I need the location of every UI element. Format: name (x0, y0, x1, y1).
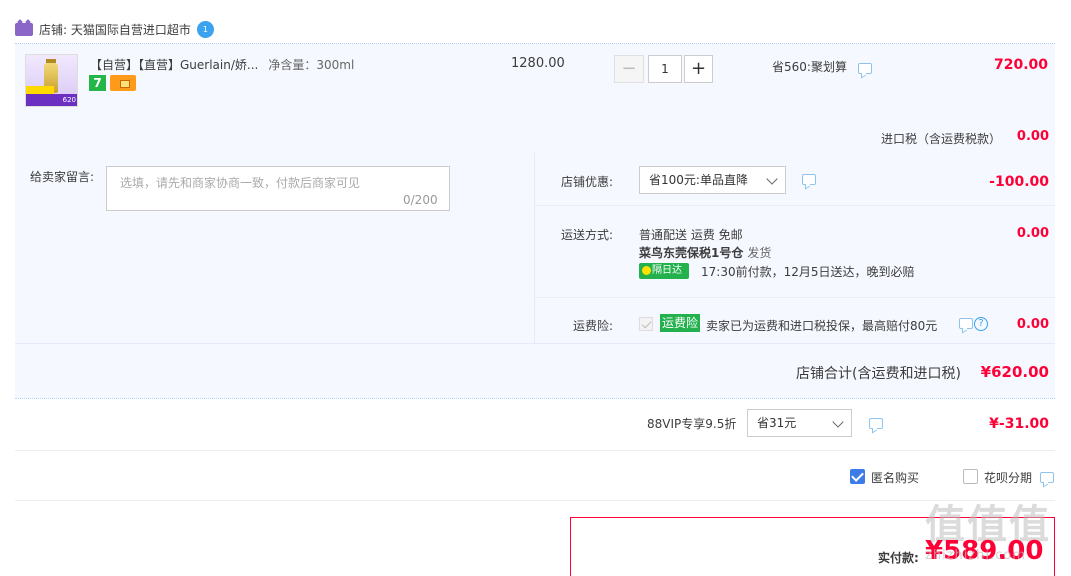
vip-discount-value: ¥-31.00 (989, 416, 1049, 432)
product-thumbnail[interactable]: 620 (25, 54, 78, 107)
item-promo: 省560:聚划算 (772, 60, 847, 74)
shipping-insurance-label: 运费险: (573, 319, 614, 333)
shipping-dispatch: 发货 (747, 246, 772, 260)
promo-info-icon[interactable] (858, 63, 872, 74)
watermark-url: zhizhizhi.com (925, 548, 1026, 563)
thumb-price: 620 (26, 94, 77, 106)
vip-discount-label: 88VIP专享9.5折 (647, 417, 737, 431)
divider (15, 450, 1055, 451)
divider (535, 297, 1055, 298)
shop-name[interactable]: 店铺: 天猫国际自营进口超市 (39, 21, 191, 38)
help-icon[interactable]: ? (974, 317, 988, 331)
shop-discount-select[interactable]: 省100元:单品直降 (639, 166, 786, 194)
vip-discount-select[interactable]: 省31元 (747, 409, 852, 437)
divider (15, 500, 1055, 501)
anonymous-purchase-label[interactable]: 匿名购买 (871, 469, 919, 486)
chevron-down-icon (766, 173, 778, 185)
divider (534, 153, 535, 343)
shop-total-value: ¥620.00 (980, 363, 1049, 381)
quantity-input[interactable]: 1 (648, 55, 682, 83)
shop-discount-label: 店铺优惠: (561, 175, 614, 189)
insurance-checkbox[interactable] (639, 317, 653, 331)
seven-day-return-icon: 7 (89, 75, 106, 91)
unit-price: 1280.00 (511, 56, 565, 71)
discount-info-icon[interactable] (802, 174, 816, 185)
item-subtotal: 720.00 (993, 57, 1048, 73)
huabei-info-icon[interactable] (1040, 472, 1054, 483)
payment-label: 实付款: (878, 551, 919, 565)
item-title-block: 【自营】【直营】Guerlain/娇... 净含量：300ml (90, 56, 354, 73)
next-day-badge: 隔日达 (639, 263, 689, 279)
shipping-method: 普通配送 运费 免邮 (639, 228, 743, 242)
quantity-increase-button[interactable]: + (684, 55, 713, 83)
shipping-label: 运送方式: (561, 228, 614, 242)
import-tax-label: 进口税（含运费税款） (881, 132, 1002, 146)
seller-message-counter: 0/200 (403, 193, 438, 207)
vip-discount-selected: 省31元 (757, 416, 797, 430)
shipping-fee: 0.00 (1016, 226, 1049, 241)
seller-message-label: 给卖家留言: (30, 170, 95, 184)
shop-header: 店铺: 天猫国际自营进口超市 1 (15, 17, 214, 41)
seller-message-placeholder: 选填，请先和商家协商一致，付款后商家可见 (120, 176, 361, 190)
huabei-installment-label[interactable]: 花呗分期 (984, 469, 1032, 486)
credit-card-icon (110, 75, 136, 91)
insurance-tag: 运费险 (660, 314, 701, 332)
insurance-info-icon[interactable] (959, 318, 973, 329)
shop-discount-value: -100.00 (989, 174, 1049, 190)
insurance-value: 0.00 (1016, 317, 1049, 332)
tmall-cat-icon (15, 22, 33, 36)
vip-info-icon[interactable] (869, 418, 883, 429)
import-tax-value: 0.00 (1016, 129, 1049, 144)
shop-discount-selected: 省100元:单品直降 (649, 173, 748, 187)
wangwang-chat-icon[interactable]: 1 (196, 20, 214, 38)
divider (535, 205, 1055, 206)
item-title[interactable]: 【自营】【直营】Guerlain/娇... (90, 58, 258, 72)
chevron-down-icon (832, 416, 844, 428)
shipping-warehouse-line: 菜鸟东莞保税1号仓 发货 (639, 244, 771, 261)
item-spec: 净含量：300ml (268, 58, 355, 72)
quantity-decrease-button[interactable]: − (614, 55, 644, 83)
shipping-warehouse: 菜鸟东莞保税1号仓 (639, 246, 744, 260)
promo-strip (26, 86, 54, 94)
divider (15, 398, 1055, 399)
huabei-installment-checkbox[interactable] (963, 469, 978, 484)
shop-total-label: 店铺合计(含运费和进口税) (796, 366, 961, 382)
delivery-eta: 17:30前付款，12月5日送达，晚到必赔 (701, 265, 915, 279)
anonymous-purchase-checkbox[interactable] (850, 469, 865, 484)
insurance-description: 卖家已为运费和进口税投保，最高赔付80元 (706, 319, 938, 333)
